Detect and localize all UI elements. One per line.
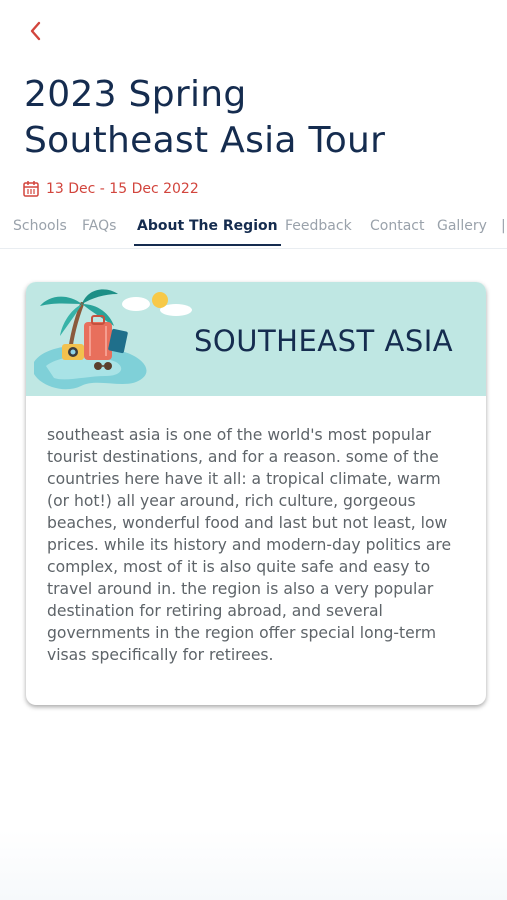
title-line-1: 2023 Spring <box>24 74 247 115</box>
travel-island-illustration <box>34 289 192 390</box>
tab-gallery[interactable]: Gallery <box>437 218 487 244</box>
banner-title: SOUTHEAST ASIA <box>194 324 454 358</box>
region-card: SOUTHEAST ASIA southeast asia is one of … <box>26 282 486 705</box>
chevron-left-icon <box>30 21 41 41</box>
title-line-2: Southeast Asia Tour <box>24 120 386 161</box>
tab-schools[interactable]: Schools <box>13 218 67 244</box>
page-title: 2023 Spring Southeast Asia Tour <box>24 72 494 164</box>
date-range-text: 13 Dec - 15 Dec 2022 <box>46 181 199 197</box>
back-button[interactable] <box>22 18 48 44</box>
tab-overflow-edge: | <box>501 218 505 244</box>
calendar-icon <box>23 181 39 197</box>
tab-feedback[interactable]: Feedback <box>285 218 352 244</box>
region-description: southeast asia is one of the world's mos… <box>47 426 452 664</box>
date-range: 13 Dec - 15 Dec 2022 <box>22 180 199 198</box>
tab-faqs[interactable]: FAQs <box>82 218 116 244</box>
region-banner: SOUTHEAST ASIA <box>26 282 486 396</box>
tab-about-the-region[interactable]: About The Region <box>134 218 281 246</box>
tab-contact[interactable]: Contact <box>370 218 424 244</box>
bottom-fade <box>0 830 507 900</box>
tab-bar: Schools FAQs About The Region Feedback C… <box>0 212 507 249</box>
